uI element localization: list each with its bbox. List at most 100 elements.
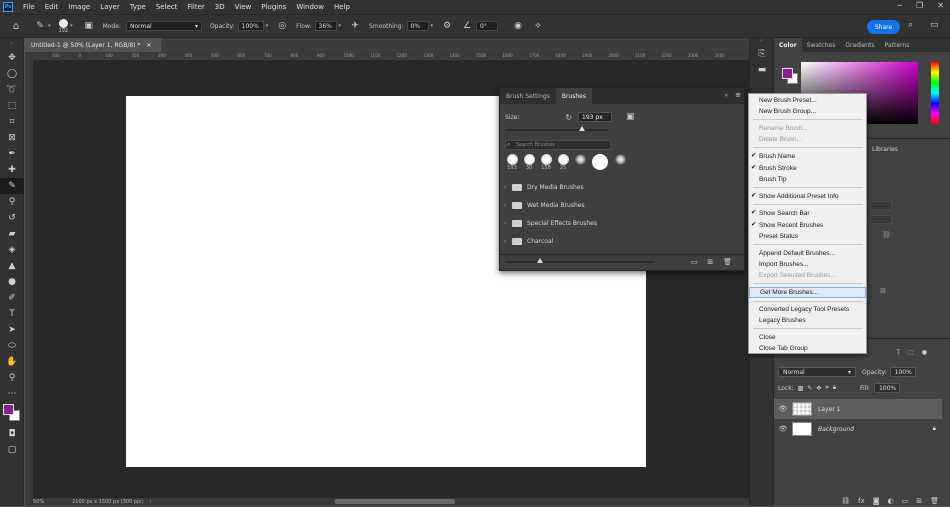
- lasso-tool-icon[interactable]: ➰: [0, 82, 24, 98]
- layer-row[interactable]: 👁︎ Layer 1: [774, 399, 942, 419]
- menu-item-append-default-brushes[interactable]: Append Default Brushes...: [749, 248, 866, 259]
- lock-pixels-icon[interactable]: ✎: [807, 385, 812, 392]
- brush-settings-toggle-icon[interactable]: ▣: [83, 20, 95, 32]
- collapse-panel-icon[interactable]: »: [724, 92, 728, 99]
- tab-brushes[interactable]: Brushes: [555, 88, 592, 104]
- airbrush-icon[interactable]: ✈: [349, 20, 361, 32]
- shape-filter-icon[interactable]: ⬚: [908, 349, 914, 356]
- frame-tool-icon[interactable]: ⊠: [0, 130, 24, 146]
- flow-field[interactable]: 36%: [314, 21, 337, 31]
- reset-size-icon[interactable]: ↻: [565, 113, 572, 122]
- move-tool-icon[interactable]: ✥: [0, 50, 24, 66]
- zoom-level[interactable]: 50%: [33, 499, 44, 505]
- adjustment-layer-icon[interactable]: ◐: [888, 497, 894, 505]
- dock-grip[interactable]: «: [750, 38, 773, 46]
- menu-item-brush-tip[interactable]: Brush Tip: [749, 174, 866, 185]
- size-slider[interactable]: [505, 126, 608, 131]
- menu-select[interactable]: Select: [151, 3, 183, 11]
- lock-position-icon[interactable]: ✥: [816, 385, 821, 392]
- menu-layer[interactable]: Layer: [95, 3, 125, 11]
- visibility-eye-icon[interactable]: 👁︎: [774, 425, 792, 433]
- create-brush-icon[interactable]: ▣: [626, 112, 635, 122]
- tab-swatches[interactable]: Swatches: [802, 38, 841, 52]
- close-icon[interactable]: ✕: [146, 42, 151, 49]
- toolbar-grip[interactable]: »: [0, 38, 23, 50]
- menu-item-legacy-brushes[interactable]: Legacy Brushes: [749, 315, 866, 326]
- home-icon[interactable]: ⌂: [10, 20, 22, 32]
- layer-opacity-field[interactable]: 100%: [889, 367, 916, 377]
- angle-field[interactable]: 0°: [476, 21, 499, 31]
- new-brush-icon[interactable]: ⊞: [707, 258, 713, 266]
- tab-libraries[interactable]: Libraries: [872, 146, 898, 153]
- hand-tool-icon[interactable]: ✋: [0, 354, 24, 370]
- object-select-tool-icon[interactable]: ⬚: [0, 98, 24, 114]
- chevron-right-icon[interactable]: ›: [504, 184, 512, 191]
- visibility-eye-icon[interactable]: 👁︎: [774, 405, 792, 413]
- path-selection-tool-icon[interactable]: ➤: [0, 322, 24, 338]
- quick-mask-icon[interactable]: ◘: [0, 426, 24, 442]
- menu-image[interactable]: Image: [63, 3, 95, 11]
- recent-brush[interactable]: 30: [522, 154, 536, 171]
- layer-name[interactable]: Background: [818, 426, 854, 433]
- healing-brush-tool-icon[interactable]: ✚: [0, 162, 24, 178]
- foreground-color-swatch[interactable]: [3, 404, 14, 415]
- chevron-right-icon[interactable]: ›: [150, 499, 152, 505]
- horizontal-ruler[interactable]: 100 0 100 200 300 400 500 600 700 800 900 1000 1100 1…: [34, 52, 749, 61]
- align-icon[interactable]: ▥: [880, 287, 886, 294]
- history-brush-tool-icon[interactable]: ↺: [0, 210, 24, 226]
- lock-artboard-icon[interactable]: ⌗: [825, 384, 828, 392]
- brush-folder[interactable]: › Wet Media Brushes: [500, 196, 744, 214]
- panel-menu-icon[interactable]: ≡: [735, 91, 741, 99]
- lock-transparent-icon[interactable]: ▩: [798, 385, 804, 392]
- menu-item-show-search-bar[interactable]: ✔ Show Search Bar: [749, 208, 866, 219]
- menu-item-converted-legacy-tool-presets[interactable]: Converted Legacy Tool Presets: [749, 304, 866, 315]
- brush-folder[interactable]: › Charcoal: [500, 232, 744, 250]
- mask-icon[interactable]: ◙: [873, 497, 880, 505]
- horizontal-scrollbar[interactable]: [335, 499, 455, 504]
- link-layers-icon[interactable]: ⛓: [841, 497, 850, 505]
- menu-item-get-more-brushes[interactable]: Get More Brushes...: [749, 287, 866, 298]
- menu-3d[interactable]: 3D: [210, 3, 230, 11]
- trash-icon[interactable]: 🗑︎: [723, 258, 732, 266]
- ellipse-tool-icon[interactable]: ⬭: [0, 338, 24, 354]
- document-tab[interactable]: Untitled-1 @ 50% (Layer 1, RGB/8) * ✕: [25, 38, 162, 52]
- foreground-color-swatch[interactable]: [782, 68, 793, 79]
- share-button[interactable]: Share: [867, 20, 900, 34]
- trash-icon[interactable]: 🗑︎: [930, 497, 939, 505]
- size-slider-thumb[interactable]: [579, 126, 585, 131]
- screen-mode-icon[interactable]: ▢: [0, 442, 24, 458]
- tab-patterns[interactable]: Patterns: [880, 38, 915, 52]
- properties-panel-icon[interactable]: ⎘: [750, 46, 774, 62]
- recent-brush[interactable]: 25: [556, 154, 570, 171]
- eraser-tool-icon[interactable]: ▰: [0, 226, 24, 242]
- marquee-tool-icon[interactable]: ◯: [0, 66, 24, 82]
- property-field[interactable]: [870, 215, 892, 224]
- lock-icon[interactable]: 🔒︎: [933, 425, 936, 433]
- type-tool-icon[interactable]: T: [0, 306, 24, 322]
- symmetry-icon[interactable]: ⟡: [532, 20, 544, 32]
- dodge-tool-icon[interactable]: ●: [0, 274, 24, 290]
- tab-color[interactable]: Color: [774, 38, 802, 52]
- chevron-right-icon[interactable]: ›: [504, 202, 512, 209]
- chevron-right-icon[interactable]: ›: [504, 220, 512, 227]
- search-icon[interactable]: ⌕: [908, 20, 913, 30]
- menu-file[interactable]: File: [18, 3, 40, 11]
- chevron-down-icon[interactable]: ▾: [48, 23, 51, 29]
- eyedropper-tool-icon[interactable]: ✒: [0, 146, 24, 162]
- new-layer-icon[interactable]: ⊞: [916, 497, 922, 505]
- clone-stamp-tool-icon[interactable]: ⚲: [0, 194, 24, 210]
- blur-tool-icon[interactable]: ▲: [0, 258, 24, 274]
- smoothing-field[interactable]: 0%: [406, 21, 429, 31]
- menu-item-brush-name[interactable]: ✔ Brush Name: [749, 151, 866, 162]
- menu-item-show-recent-brushes[interactable]: ✔ Show Recent Brushes: [749, 220, 866, 231]
- preview-size-slider[interactable]: [505, 258, 655, 263]
- recent-brush[interactable]: [613, 154, 627, 171]
- recent-brush[interactable]: [573, 154, 587, 171]
- pressure-size-icon[interactable]: ◉: [512, 20, 524, 32]
- link-icon[interactable]: ⛓: [882, 231, 891, 239]
- pressure-opacity-icon[interactable]: ◎: [276, 20, 288, 32]
- hue-slider[interactable]: [931, 62, 939, 124]
- blend-mode-select[interactable]: Normal ▾: [778, 367, 856, 377]
- recent-brush[interactable]: 193: [505, 154, 519, 171]
- menu-plugins[interactable]: Plugins: [256, 3, 291, 11]
